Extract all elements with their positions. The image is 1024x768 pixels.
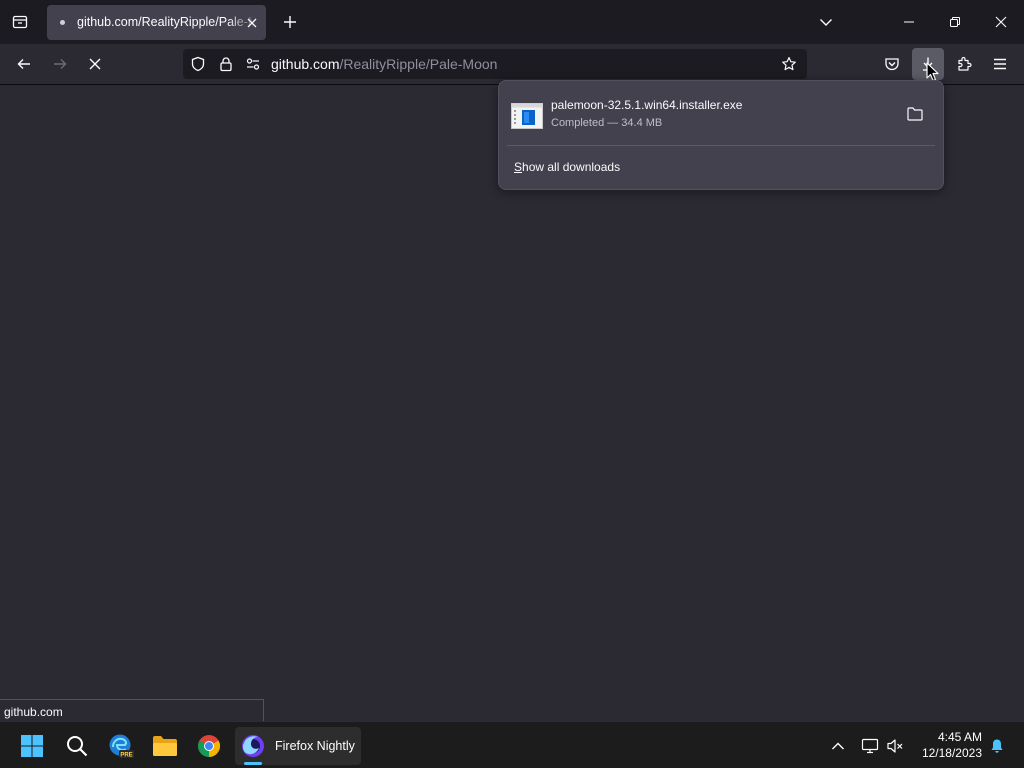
bell-icon [991,739,1003,753]
windows-logo-icon [21,735,43,757]
arrow-right-icon [54,59,67,69]
puzzle-icon [958,56,972,71]
app-menu-button[interactable] [984,48,1016,80]
edge-preview-icon: PRE [109,734,134,759]
close-window-button[interactable] [978,0,1024,44]
show-in-folder-button[interactable] [903,103,927,125]
show-all-label: how all downloads [522,160,621,174]
forward-button[interactable] [44,48,76,80]
network-tray-button[interactable] [856,727,884,765]
taskbar-app-label: Firefox Nightly [275,739,355,753]
url-bar[interactable]: github.com/RealityRipple/Pale-Moon [183,49,807,79]
extensions-button[interactable] [948,48,980,80]
folder-icon [907,107,923,121]
tab-close-button[interactable] [242,13,262,33]
restore-button[interactable] [932,0,978,44]
show-hidden-icons-button[interactable] [826,727,850,765]
new-tab-button[interactable] [274,6,306,38]
status-panel: github.com [0,699,264,721]
tab-github[interactable]: github.com/RealityRipple/Pale-Moon [47,5,277,40]
loading-dot-icon [60,20,65,25]
url-text[interactable]: github.com/RealityRipple/Pale-Moon [271,56,497,72]
hamburger-menu-icon [994,58,1006,70]
chevron-down-icon [820,19,832,26]
stop-icon [89,58,101,70]
volume-tray-button[interactable] [882,727,908,765]
show-all-accesskey: S [514,160,523,174]
pocket-icon [885,58,899,71]
chrome-icon [198,735,220,757]
arrow-left-icon [17,59,30,69]
speaker-muted-icon [887,739,903,753]
start-button[interactable] [12,727,52,765]
taskbar-file-explorer[interactable] [145,727,185,765]
permissions-icon [246,58,260,70]
stop-button[interactable] [79,48,111,80]
installer-file-icon [511,103,543,129]
close-icon [995,16,1007,28]
plus-icon [284,16,296,28]
notifications-button[interactable] [985,727,1009,765]
network-icon [861,738,879,754]
minimize-button[interactable] [886,0,932,44]
taskbar-firefox-nightly[interactable]: Firefox Nightly [235,727,361,765]
site-security-button[interactable] [218,56,234,72]
active-app-indicator [244,762,262,765]
download-status: Completed — 34.4 MB [551,117,663,129]
divider [507,145,935,146]
shield-icon [191,56,205,72]
tracking-protection-button[interactable] [190,56,206,72]
taskbar-edge-preview[interactable]: PRE [101,727,141,765]
firefox-view-button[interactable] [4,6,36,38]
clock-time: 4:45 AM [937,730,982,744]
star-icon [782,57,796,71]
svg-text:PRE: PRE [120,753,132,759]
firefox-nightly-icon [242,735,264,757]
bookmark-star-button[interactable] [781,56,797,72]
tab-strip: github.com/RealityRipple/Pale-Moon [0,0,1024,44]
download-filename: palemoon-32.5.1.win64.installer.exe [551,98,743,112]
url-host: github.com [271,56,340,72]
mouse-cursor-icon [926,62,939,82]
permissions-button[interactable] [245,56,261,72]
restore-icon [950,17,960,27]
show-all-downloads-button[interactable]: Show all downloads [514,160,620,174]
downloads-panel: palemoon-32.5.1.win64.installer.exe Comp… [498,80,944,190]
taskbar-chrome[interactable] [189,727,229,765]
back-button[interactable] [8,48,40,80]
folder-icon [153,736,177,756]
list-all-tabs-button[interactable] [810,6,842,38]
chevron-up-icon [832,742,844,750]
lock-icon [220,57,232,72]
close-icon [247,18,257,28]
search-icon [67,736,88,757]
search-button[interactable] [57,727,97,765]
url-path: /RealityRipple/Pale-Moon [339,56,498,72]
firefox-view-icon [12,15,28,29]
navigation-toolbar: github.com/RealityRipple/Pale-Moon [0,44,1024,85]
download-item[interactable]: palemoon-32.5.1.win64.installer.exe Comp… [507,89,935,139]
windows-taskbar: PRE Firefox Nightly 4:45 AM 12/18/2023 [0,721,1024,768]
taskbar-clock[interactable]: 4:45 AM 12/18/2023 [910,729,982,761]
pocket-button[interactable] [876,48,908,80]
clock-date: 12/18/2023 [921,746,982,760]
minimize-icon [904,21,914,23]
